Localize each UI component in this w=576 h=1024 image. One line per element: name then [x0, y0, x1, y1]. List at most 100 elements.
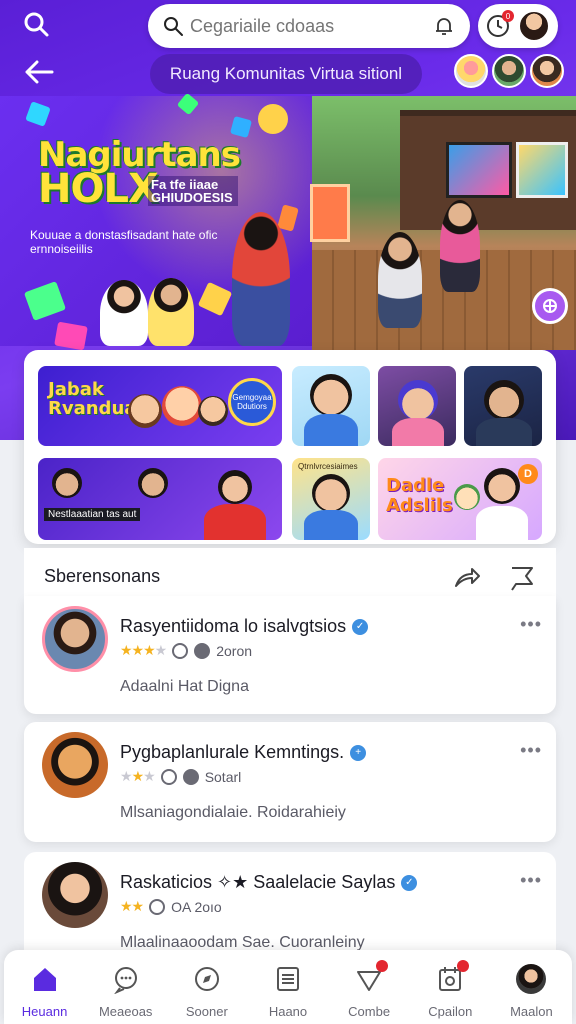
banner-caption: Kouuae a donstasfisadant hate ofic ernno…	[30, 228, 218, 256]
nav-messages[interactable]: Meaeoas	[88, 964, 164, 1019]
person-face	[218, 470, 252, 504]
tile-caption: Nestlaaatian tas aut	[44, 508, 141, 521]
confetti-decoration	[258, 104, 288, 134]
bell-icon[interactable]	[432, 14, 456, 38]
item-meta-text: Sotarl	[204, 768, 242, 785]
search-icon	[164, 17, 183, 36]
list-item[interactable]: Pygbaplanlurale Kemntings. + ★★★ Sotarl M…	[24, 722, 556, 842]
notification-dot	[376, 960, 389, 972]
gallery-tile[interactable]: Qtrnlvrcesiaimes	[292, 458, 370, 540]
kid-figure	[378, 232, 422, 328]
rating-stars: ★★★★	[120, 642, 167, 658]
member-avatar[interactable]	[530, 54, 564, 88]
back-button[interactable]	[18, 52, 60, 92]
tile-title: Jabak Rvanduan	[48, 379, 150, 419]
notifications-button[interactable]: 0	[484, 10, 514, 40]
item-meta: ★★★ Sotarl	[120, 768, 241, 785]
kid-figure	[148, 278, 194, 346]
community-title: Ruang Komunitas Virtua sitionl	[150, 54, 422, 94]
child-face	[398, 380, 438, 420]
person-face	[484, 468, 520, 504]
ar-action-button[interactable]	[532, 288, 568, 324]
list-item[interactable]: Raskaticios ✧★ Saalelacie Saylas ✓ ★★ OA …	[24, 852, 556, 962]
info-icon	[182, 768, 199, 785]
nav-explore[interactable]: Sooner	[169, 964, 245, 1019]
person-body	[476, 506, 528, 540]
screen-decoration	[516, 142, 568, 198]
confetti-decoration	[54, 321, 88, 351]
item-meta: ★★★★ 2oron	[120, 642, 252, 659]
item-name-text: Pygbaplanlurale Kemntings.	[120, 742, 345, 762]
gallery-tile[interactable]	[292, 366, 370, 446]
member-avatar[interactable]	[454, 54, 488, 88]
list-icon	[276, 967, 299, 991]
kid-figure	[440, 200, 480, 292]
media-gallery: Jabak Rvanduan Gemgoyaa Ddutiors Nestlaa…	[24, 350, 556, 544]
search-input[interactable]	[190, 15, 432, 37]
item-name-text: Raskaticios ✧★ Saalelacie Saylas	[120, 872, 396, 892]
compass-icon	[194, 967, 219, 991]
item-meta-text: 2oron	[216, 642, 253, 659]
avatar[interactable]	[42, 862, 108, 928]
item-meta: ★★ OA 2oıo	[120, 898, 222, 915]
nav-home[interactable]: Heuann	[7, 964, 83, 1019]
rating-stars: ★★★	[120, 768, 156, 784]
nav-label: Combe	[348, 1004, 391, 1019]
verified-icon: ✓	[401, 875, 418, 892]
clock-icon	[149, 898, 166, 915]
member-avatars[interactable]	[454, 54, 564, 88]
item-description: Mlsaniagondialaie. Roidarahieiy	[120, 804, 346, 821]
tile-badge: D	[518, 464, 538, 484]
person-face	[138, 468, 168, 498]
share-icon[interactable]	[452, 564, 482, 592]
nav-icon-wrap	[435, 960, 470, 994]
nav-label: Haano	[268, 1004, 308, 1019]
verified-icon: ✓	[352, 619, 369, 636]
child-face	[312, 474, 350, 512]
notification-badge: 0	[502, 10, 514, 22]
user-avatar[interactable]	[518, 10, 550, 42]
profile-pill[interactable]: 0	[478, 4, 558, 48]
search-button[interactable]	[18, 6, 54, 42]
more-options-icon[interactable]: •••	[520, 870, 542, 891]
gallery-tile[interactable]: Jabak Rvanduan Gemgoyaa Ddutiors	[38, 366, 282, 446]
member-avatar[interactable]	[492, 54, 526, 88]
cartoon-face	[128, 394, 162, 428]
gallery-tile[interactable]	[378, 366, 456, 446]
more-options-icon[interactable]: •••	[520, 740, 542, 761]
nav-label: Meaeoas	[98, 1004, 153, 1019]
person-face	[52, 468, 82, 498]
nav-label: Maalon	[510, 1004, 553, 1019]
gallery-tile[interactable]	[464, 366, 542, 446]
item-name[interactable]: Raskaticios ✧★ Saalelacie Saylas ✓	[120, 872, 418, 893]
arrow-left-icon	[25, 60, 54, 84]
cartoon-face	[198, 396, 228, 426]
search-bar[interactable]	[148, 4, 470, 48]
kid-figure	[100, 280, 148, 346]
gallery-tile[interactable]: Dadle Adslils D	[378, 458, 542, 540]
item-name[interactable]: Rasyentiidoma lo isalvgtsios ✓	[120, 616, 369, 637]
item-name[interactable]: Pygbaplanlurale Kemntings. +	[120, 742, 367, 763]
more-options-icon[interactable]: •••	[520, 614, 542, 635]
notification-dot	[457, 960, 470, 972]
clock-icon	[160, 768, 177, 785]
person-face	[484, 380, 524, 420]
person-body	[476, 418, 532, 446]
nav-list[interactable]: Haano	[250, 964, 326, 1019]
search-icon	[24, 12, 49, 37]
item-description: Adaalni Hat Digna	[120, 678, 249, 695]
nav-favorites[interactable]: Combe	[331, 960, 407, 1019]
nav-label: Heuann	[21, 1004, 68, 1019]
rating-stars: ★★	[120, 898, 144, 914]
gallery-tile[interactable]: Nestlaaatian tas aut	[38, 458, 282, 540]
person-body	[204, 504, 266, 540]
cartoon-face	[454, 484, 480, 510]
nav-calendar[interactable]: Cpailon	[412, 960, 488, 1019]
verified-icon: +	[350, 745, 367, 762]
bottom-navigation: Heuann Meaeoas Sooner Haano Combe Cpailo…	[4, 950, 572, 1024]
avatar[interactable]	[42, 606, 108, 672]
nav-profile[interactable]: Maalon	[493, 964, 569, 1019]
list-item[interactable]: Rasyentiidoma lo isalvgtsios ✓ ★★★★ 2oron…	[24, 596, 556, 714]
flag-icon[interactable]	[506, 564, 536, 592]
avatar[interactable]	[42, 732, 108, 798]
